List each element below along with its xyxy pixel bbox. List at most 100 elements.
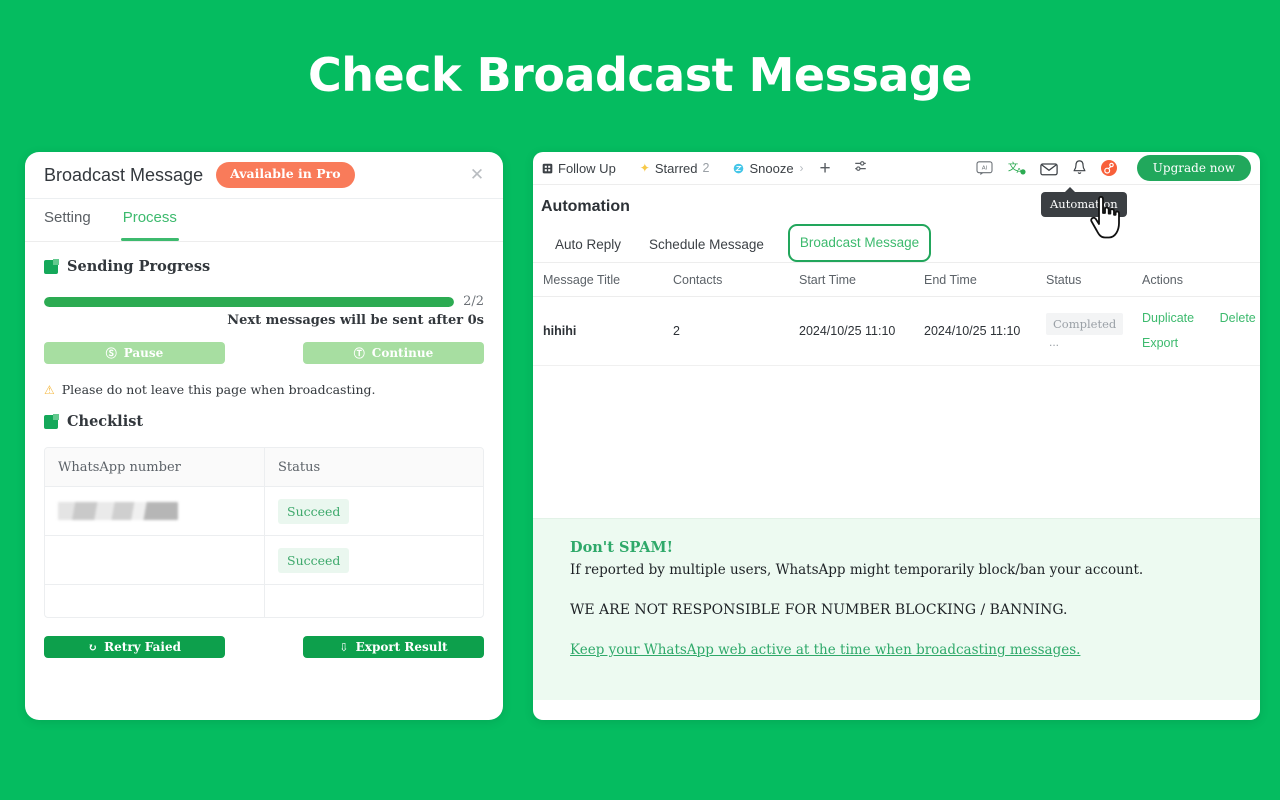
tab-process[interactable]: Process [120, 199, 180, 241]
follow-up-icon [542, 163, 553, 173]
snooze-clock-icon [734, 163, 744, 173]
pause-circle-icon: Ⓢ [105, 346, 117, 360]
sliders-icon[interactable] [853, 159, 868, 178]
cell-message-title: hihihi [543, 324, 577, 338]
play-circle-icon: Ⓣ [353, 346, 365, 360]
table-row: hihihi 2 2024/10/25 11:10 2024/10/25 11:… [533, 297, 1260, 366]
broadcast-table-header: Message Title Contacts Start Time End Ti… [533, 263, 1260, 297]
redacted-phone-number [58, 502, 178, 520]
progress-note: Next messages will be sent after 0s [227, 313, 484, 328]
continue-button-label: Continue [371, 346, 434, 360]
toolbar-label-follow-up: Follow Up [558, 160, 616, 176]
cell-status: Completed... [1036, 313, 1132, 349]
download-icon: ⇩ [339, 640, 349, 654]
checklist-section-header: Checklist [44, 413, 484, 430]
checklist-title: Checklist [67, 413, 144, 430]
bell-icon[interactable] [1072, 160, 1087, 176]
spam-notice-line1: If reported by multiple users, WhatsApp … [570, 562, 1144, 578]
tab-setting[interactable]: Setting [44, 199, 91, 241]
column-header-status: Status [278, 459, 321, 475]
app-toolbar: Follow Up ✦ Starred 2 Snooze › + AI 文 A … [533, 152, 1260, 185]
broadcast-message-dialog: Broadcast Message Available in Pro ✕ Set… [25, 152, 503, 720]
broadcast-table: Message Title Contacts Start Time End Ti… [533, 263, 1260, 366]
svg-text:AI: AI [982, 165, 988, 171]
table-row: Succeed [45, 487, 483, 536]
progress-fill [44, 296, 455, 307]
broadcast-warning: ⚠ Please do not leave this page when bro… [44, 382, 484, 397]
sparkle-icon: ✦ [639, 161, 650, 175]
toolbar-item-follow-up[interactable]: Follow Up [542, 161, 616, 176]
dialog-footer: ↻ Retry Faied ⇩ Export Result [44, 636, 484, 658]
upgrade-now-button[interactable]: Upgrade now [1136, 155, 1251, 181]
toolbar-label-starred: Starred [654, 160, 698, 176]
close-icon[interactable]: ✕ [469, 167, 485, 184]
ai-chat-icon[interactable]: AI [976, 160, 993, 176]
spam-notice-line2: WE ARE NOT RESPONSIBLE FOR NUMBER BLOCKI… [570, 602, 1068, 618]
table-row: Succeed [45, 536, 483, 585]
tab-broadcast-message[interactable]: Broadcast Message [787, 224, 932, 262]
pause-button-label: Pause [123, 346, 164, 360]
sending-progress-title: Sending Progress [67, 258, 211, 275]
progress-counter: 2/2 [463, 294, 484, 309]
automation-tabs: Auto Reply Schedule Message Broadcast Me… [533, 224, 1260, 263]
column-header-message-title: Message Title [543, 272, 621, 287]
broadcast-controls: Ⓢ Pause Ⓣ Continue [44, 342, 484, 364]
hubspot-icon[interactable] [1100, 160, 1117, 176]
automation-app-panel: Follow Up ✦ Starred 2 Snooze › + AI 文 A … [533, 152, 1260, 720]
broadcast-warning-text: Please do not leave this page when broad… [61, 382, 376, 397]
cell-start-time: 2024/10/25 11:10 [799, 324, 896, 338]
export-result-label: Export Result [355, 640, 448, 654]
toolbar-item-starred[interactable]: ✦ Starred 2 [640, 161, 710, 176]
status-more-icon[interactable]: ... [1049, 335, 1059, 349]
retry-failed-label: Retry Faied [104, 640, 182, 654]
plus-icon[interactable]: + [820, 159, 831, 178]
warning-triangle-icon: ⚠ [44, 382, 55, 397]
progress-track [44, 296, 455, 307]
column-header-status: Status [1046, 272, 1082, 287]
toolbar-label-snooze: Snooze [749, 160, 794, 176]
section-marker-icon [44, 413, 59, 429]
page-title: Check Broadcast Message [308, 48, 973, 102]
tab-schedule-message[interactable]: Schedule Message [635, 234, 778, 256]
action-export[interactable]: Export [1142, 331, 1178, 356]
section-marker-icon [44, 258, 59, 274]
action-delete[interactable]: Delete [1220, 306, 1256, 331]
spam-notice: Don't SPAM! If reported by multiple user… [533, 518, 1260, 700]
spam-notice-title: Don't SPAM! [570, 539, 673, 556]
column-header-actions: Actions [1142, 272, 1183, 287]
checklist-table: WhatsApp number Status Succeed Succeed [44, 447, 484, 618]
column-header-contacts: Contacts [673, 272, 723, 287]
table-row-empty [45, 585, 483, 617]
status-badge: Completed [1046, 313, 1124, 335]
pause-button[interactable]: Ⓢ Pause [44, 342, 225, 364]
continue-button[interactable]: Ⓣ Continue [303, 342, 484, 364]
cell-actions: Duplicate Delete Export [1132, 306, 1260, 356]
refresh-icon: ↻ [87, 640, 98, 654]
export-result-button[interactable]: ⇩ Export Result [303, 636, 484, 658]
sending-progress-section-header: Sending Progress [44, 258, 484, 275]
retry-failed-button[interactable]: ↻ Retry Faied [44, 636, 225, 658]
envelope-icon[interactable] [1040, 161, 1058, 176]
sending-progress-bar: 2/2 [44, 294, 484, 309]
column-header-whatsapp-number: WhatsApp number [58, 459, 181, 475]
chevron-right-icon[interactable]: › [800, 161, 804, 175]
available-in-pro-badge: Available in Pro [216, 162, 355, 188]
dialog-header: Broadcast Message Available in Pro ✕ [25, 152, 503, 199]
toolbar-item-snooze[interactable]: Snooze [733, 160, 794, 176]
dialog-title: Broadcast Message [44, 164, 204, 185]
column-header-start-time: Start Time [799, 272, 856, 287]
dialog-tabs: Setting Process [25, 199, 503, 242]
status-badge: Succeed [278, 498, 350, 524]
column-header-end-time: End Time [924, 272, 977, 287]
action-duplicate[interactable]: Duplicate [1142, 306, 1194, 331]
translate-icon[interactable]: 文 A [1007, 160, 1026, 176]
keep-whatsapp-active-link[interactable]: Keep your WhatsApp web active at the tim… [570, 642, 1080, 658]
pointing-hand-cursor [1088, 195, 1122, 245]
checklist-table-header: WhatsApp number Status [45, 448, 483, 487]
automation-page-title: Automation [541, 198, 630, 215]
tab-auto-reply[interactable]: Auto Reply [541, 234, 635, 256]
status-badge: Succeed [278, 547, 350, 573]
toolbar-count-starred: 2 [702, 161, 710, 175]
cell-contacts: 2 [673, 324, 680, 338]
cell-end-time: 2024/10/25 11:10 [924, 324, 1021, 338]
